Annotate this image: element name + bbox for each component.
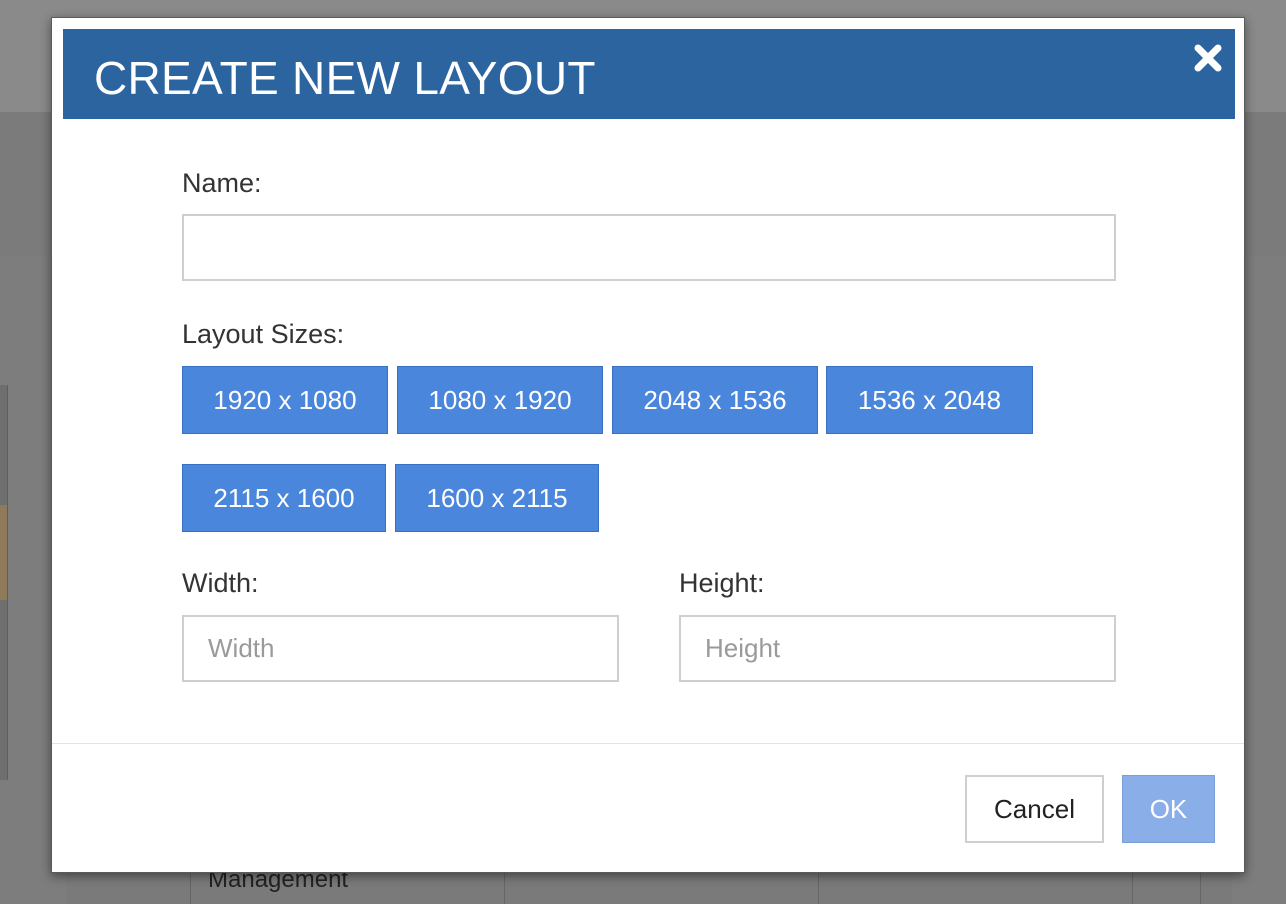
size-button-2115x1600[interactable]: 2115 x 1600: [182, 464, 386, 532]
size-button-1080x1920[interactable]: 1080 x 1920: [397, 366, 603, 434]
size-button-1536x2048[interactable]: 1536 x 2048: [826, 366, 1033, 434]
cancel-button[interactable]: Cancel: [965, 775, 1104, 843]
width-input[interactable]: [182, 615, 619, 682]
dialog-header: CREATE NEW LAYOUT: [63, 29, 1235, 119]
size-button-2048x1536[interactable]: 2048 x 1536: [612, 366, 818, 434]
layout-sizes-label: Layout Sizes:: [182, 319, 345, 349]
ok-button[interactable]: OK: [1122, 775, 1215, 843]
footer-divider: [52, 743, 1244, 744]
size-button-1600x2115[interactable]: 1600 x 2115: [395, 464, 599, 532]
dialog-title: CREATE NEW LAYOUT: [94, 52, 596, 104]
background-left-accent: [0, 505, 7, 600]
close-icon: [1194, 44, 1222, 72]
size-button-1920x1080[interactable]: 1920 x 1080: [182, 366, 388, 434]
name-input[interactable]: [182, 214, 1116, 281]
create-layout-dialog: CREATE NEW LAYOUT Name: Layout Sizes: 19…: [51, 17, 1245, 873]
height-label: Height:: [679, 568, 765, 598]
name-label: Name:: [182, 168, 262, 198]
close-button[interactable]: [1193, 43, 1223, 73]
width-label: Width:: [182, 568, 259, 598]
height-input[interactable]: [679, 615, 1116, 682]
